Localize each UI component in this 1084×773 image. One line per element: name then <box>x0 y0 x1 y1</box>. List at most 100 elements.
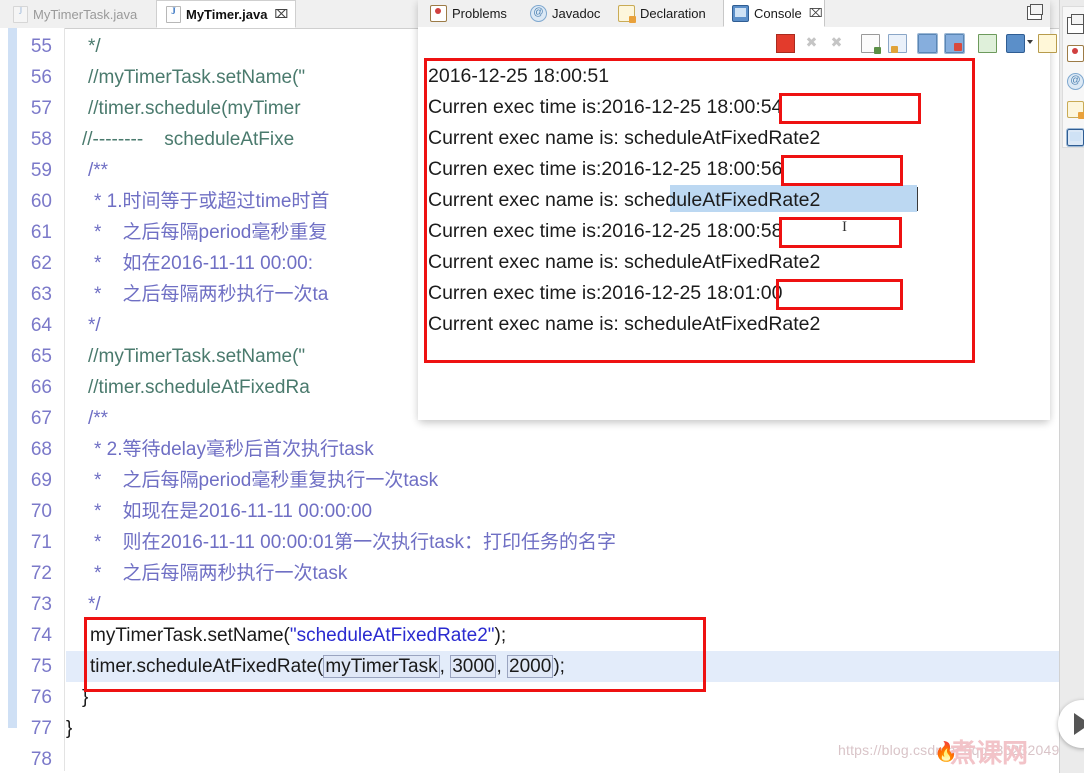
console-tab-javadoc[interactable]: @ Javadoc <box>522 0 610 27</box>
line-number: 71 <box>30 532 52 553</box>
line-number: 56 <box>30 67 52 88</box>
line-number: 76 <box>30 687 52 708</box>
line-number: 60 <box>30 191 52 212</box>
code-line-73: */ <box>88 594 101 615</box>
console-output-line: Current exec name is: scheduleAtFixedRat… <box>428 189 821 211</box>
console-tab-bar: Problems @ Javadoc Declaration Console ⌧ <box>418 0 1050 28</box>
console-tab-console[interactable]: Console ⌧ <box>723 0 825 27</box>
code-line-61: * 之后每隔period毫秒重复 <box>94 222 328 243</box>
show-console-button[interactable] <box>888 34 907 53</box>
code-annotation-box <box>84 617 706 692</box>
chevron-down-icon[interactable] <box>1027 40 1033 44</box>
line-number: 64 <box>30 315 52 336</box>
java-file-icon <box>13 5 28 23</box>
clear-console-button[interactable] <box>944 33 965 54</box>
problems-icon[interactable] <box>1067 45 1084 62</box>
code-line-67: /** <box>88 408 109 429</box>
line-number-gutter: 55 56 57 58 59 60 61 62 63 64 65 66 67 68 69 70 71 72 73 74… <box>0 28 65 773</box>
scroll-lock-button[interactable] <box>917 33 938 54</box>
console-icon[interactable] <box>1066 128 1084 147</box>
line-number: 65 <box>30 346 52 367</box>
java-file-icon <box>166 5 181 23</box>
line-number: 59 <box>30 160 52 181</box>
console-tab-label: Declaration <box>640 6 706 21</box>
line-number: 69 <box>30 470 52 491</box>
console-icon <box>732 4 749 22</box>
code-line-59: /** <box>88 160 109 181</box>
pin-console-button[interactable] <box>978 34 997 53</box>
minimized-views-stack: @ <box>1062 6 1084 148</box>
code-line-56: //myTimerTask.setName(" <box>88 67 306 88</box>
console-output-line: Current exec name is: scheduleAtFixedRat… <box>428 127 821 149</box>
close-icon[interactable]: ⌧ <box>274 8 288 20</box>
console-output-line: Curren exec time is:2016-12-25 18:01:00 <box>428 282 783 304</box>
line-number: 63 <box>30 284 52 305</box>
console-output-line: Curren exec time is:2016-12-25 18:00:54 <box>428 96 783 118</box>
minimized-views-bar: @ <box>1059 0 1084 773</box>
console-toolbar: ✖ ✖ <box>418 27 1065 57</box>
editor-tab-1[interactable]: MyTimer.java ⌧ <box>156 0 296 28</box>
line-number: 58 <box>30 129 52 150</box>
line-number: 72 <box>30 563 52 584</box>
problems-icon <box>430 5 447 22</box>
editor-tab-0[interactable]: MyTimerTask.java <box>4 0 156 28</box>
line-number: 78 <box>30 749 52 770</box>
javadoc-icon: @ <box>530 5 547 22</box>
code-line-77: } <box>66 718 73 739</box>
line-number: 61 <box>30 222 52 243</box>
restore-icon[interactable] <box>1027 4 1043 20</box>
console-output-line: 2016-12-25 18:00:51 <box>428 65 610 87</box>
javadoc-icon[interactable]: @ <box>1067 73 1084 90</box>
code-line-55: */ <box>88 36 101 57</box>
code-line-64: */ <box>88 315 101 336</box>
remove-all-button: ✖ <box>830 34 843 50</box>
line-number: 74 <box>30 625 52 646</box>
code-line-69: * 之后每隔period毫秒重复执行一次task <box>94 470 439 491</box>
eclipse-ide-window: MyTimerTask.java MyTimer.java ⌧ 55 56 57 58 59… <box>0 0 1084 773</box>
open-console-file-button[interactable] <box>861 34 881 54</box>
line-number: 55 <box>30 36 52 57</box>
new-console-view-button[interactable] <box>1038 34 1057 53</box>
console-output[interactable]: I 2016-12-25 18:00:51 Curren exec time is… <box>418 57 1050 420</box>
restore-view-icon[interactable] <box>1067 14 1084 34</box>
console-tab-declaration[interactable]: Declaration <box>610 0 723 27</box>
console-tab-problems[interactable]: Problems <box>422 0 522 27</box>
line-number: 68 <box>30 439 52 460</box>
text-cursor-icon: I <box>842 219 847 235</box>
terminate-button[interactable] <box>776 34 795 53</box>
code-line-63: * 之后每隔两秒执行一次ta <box>94 284 329 305</box>
declaration-icon[interactable] <box>1067 101 1084 119</box>
display-console-button[interactable] <box>1006 34 1025 53</box>
code-line-70: * 如现在是2016-11-11 00:00:00 <box>94 501 373 522</box>
console-view-panel: Problems @ Javadoc Declaration Console ⌧ ✖ ✖ I… <box>418 0 1065 420</box>
editor-tab-label: MyTimerTask.java <box>33 6 138 22</box>
console-tab-label: Javadoc <box>552 6 601 21</box>
code-line-68: * 2.等待delay毫秒后首次执行task <box>94 439 374 460</box>
caret <box>917 187 918 211</box>
console-tab-label: Problems <box>452 6 507 21</box>
console-output-line: Curren exec time is:2016-12-25 18:00:56 <box>428 158 783 180</box>
console-tab-label: Console <box>754 5 802 21</box>
code-line-62: * 如在2016-11-11 00:00: <box>94 253 313 274</box>
line-number: 66 <box>30 377 52 398</box>
watermark-logo: 煮课网 <box>950 738 1029 768</box>
editor-tab-label: MyTimer.java <box>186 6 268 22</box>
remove-launch-button: ✖ <box>805 34 818 50</box>
console-output-line: Curren exec time is:2016-12-25 18:00:58 <box>428 220 783 242</box>
close-icon[interactable]: ⌧ <box>809 7 823 19</box>
code-line-57: //timer.schedule(myTimer <box>88 98 301 119</box>
code-line-71: * 则在2016-11-11 00:00:01第一次执行task：打印任务的名字 <box>94 532 616 553</box>
code-line-65: //myTimerTask.setName(" <box>88 346 306 367</box>
line-number: 73 <box>30 594 52 615</box>
console-output-line: Current exec name is: scheduleAtFixedRat… <box>428 251 821 273</box>
code-line-58: //-------- scheduleAtFixe <box>82 129 295 150</box>
line-number: 77 <box>30 718 52 739</box>
line-number: 67 <box>30 408 52 429</box>
line-number: 62 <box>30 253 52 274</box>
code-line-60: * 1.时间等于或超过time时首 <box>94 191 330 212</box>
line-number: 70 <box>30 501 52 522</box>
line-number: 57 <box>30 98 52 119</box>
code-line-72: * 之后每隔两秒执行一次task <box>94 563 348 584</box>
code-line-66: //timer.scheduleAtFixedRa <box>88 377 310 398</box>
line-number: 75 <box>30 656 52 677</box>
